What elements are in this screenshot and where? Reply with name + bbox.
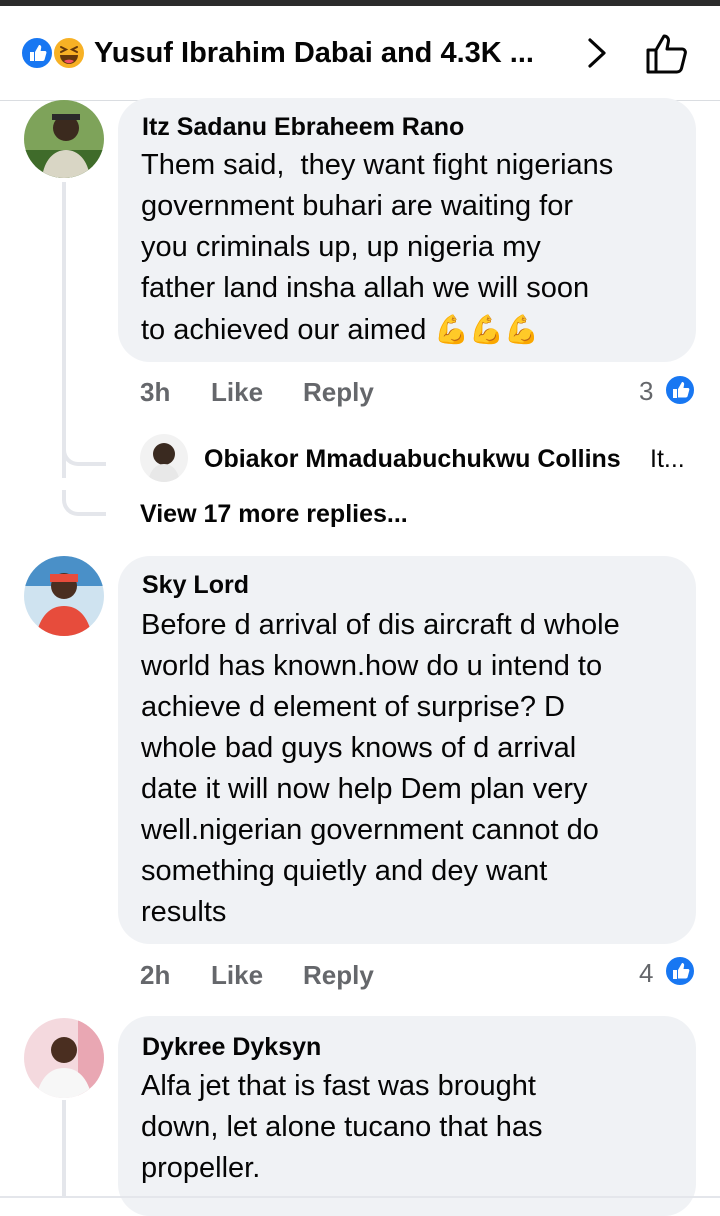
like-reaction-icon xyxy=(20,36,54,70)
reply-snippet[interactable]: It... xyxy=(650,445,685,474)
thread-connector xyxy=(62,490,106,516)
avatar[interactable] xyxy=(24,100,104,178)
reply-author[interactable]: Obiakor Mmaduabuchukwu Collins xyxy=(204,445,621,474)
comment-time: 3h xyxy=(140,377,171,407)
reply-button[interactable]: Reply xyxy=(303,377,374,408)
thread-line xyxy=(62,182,66,478)
thumbs-up-outline-icon[interactable] xyxy=(644,32,690,81)
like-reaction-badge-icon[interactable] xyxy=(664,955,696,992)
comment-author[interactable]: Dykree Dyksyn xyxy=(142,1033,321,1062)
reply-button[interactable]: Reply xyxy=(303,960,374,991)
bottom-divider xyxy=(0,1196,720,1198)
comment-text: Before d arrival of dis aircraft d whole… xyxy=(141,609,620,928)
reaction-count[interactable]: 3 xyxy=(639,376,653,407)
haha-reaction-icon xyxy=(52,36,86,70)
reactions-header[interactable]: Yusuf Ibrahim Dabai and 4.3K ... xyxy=(0,6,720,101)
chevron-right-icon[interactable] xyxy=(580,36,614,75)
comment-author[interactable]: Sky Lord xyxy=(142,571,249,600)
comment-bubble[interactable]: Sky Lord Before d arrival of dis aircraf… xyxy=(118,556,696,944)
like-button[interactable]: Like xyxy=(211,377,263,408)
comment-bubble[interactable]: Dykree Dyksyn Alfa jet that is fast was … xyxy=(118,1016,696,1216)
thread-line xyxy=(62,1100,66,1196)
comment-text-body: Them said, they want fight nigerians gov… xyxy=(141,149,614,346)
avatar[interactable] xyxy=(140,434,188,482)
comment-text: Them said, they want fight nigerians gov… xyxy=(141,145,691,351)
comment-bubble[interactable]: Itz Sadanu Ebraheem Rano Them said, they… xyxy=(118,98,696,362)
flexed-biceps-emoji: 💪💪💪 xyxy=(434,314,539,345)
reaction-count[interactable]: 4 xyxy=(639,958,653,989)
thread-connector xyxy=(62,440,106,466)
comment-text: Alfa jet that is fast was brought down, … xyxy=(141,1070,543,1184)
view-more-replies-link[interactable]: View 17 more replies... xyxy=(140,500,408,529)
avatar[interactable] xyxy=(24,556,104,636)
reactions-title[interactable]: Yusuf Ibrahim Dabai and 4.3K ... xyxy=(94,36,534,70)
like-button[interactable]: Like xyxy=(211,960,263,991)
comment-time: 2h xyxy=(140,960,171,990)
avatar[interactable] xyxy=(24,1018,104,1098)
comment-author[interactable]: Itz Sadanu Ebraheem Rano xyxy=(142,113,464,142)
like-reaction-badge-icon[interactable] xyxy=(664,374,696,411)
